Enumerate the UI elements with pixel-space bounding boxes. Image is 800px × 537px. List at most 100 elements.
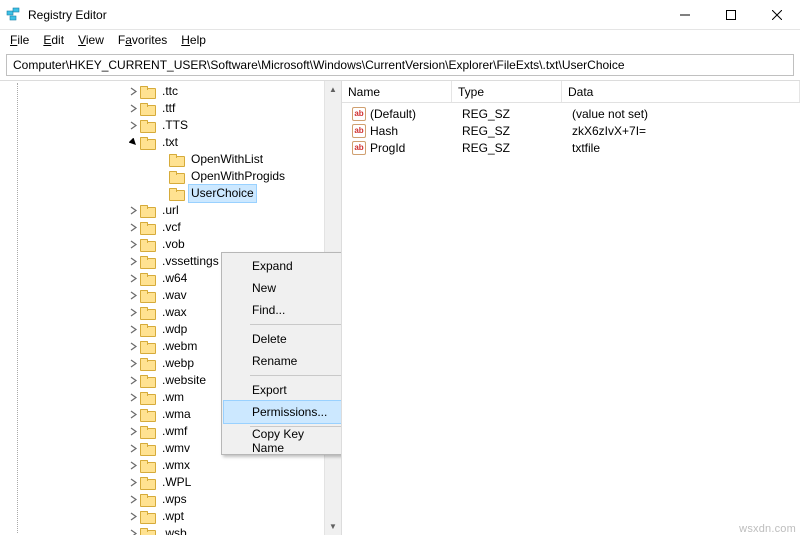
expand-icon[interactable] (126, 323, 140, 337)
close-button[interactable] (754, 0, 800, 30)
expand-icon[interactable] (126, 357, 140, 371)
tree-item[interactable]: .wps (0, 491, 341, 508)
tree-item[interactable]: .ttc (0, 83, 341, 100)
expand-icon[interactable] (126, 255, 140, 269)
expand-icon[interactable] (126, 85, 140, 99)
ctx-rename[interactable]: Rename (224, 350, 342, 372)
expand-icon[interactable] (126, 425, 140, 439)
ctx-new[interactable]: New (224, 277, 342, 299)
string-value-icon (352, 141, 366, 155)
tree-item[interactable]: .wsb (0, 525, 341, 535)
tree-item[interactable]: .vcf (0, 219, 341, 236)
tree-item[interactable]: OpenWithList (0, 151, 341, 168)
string-value-icon (352, 107, 366, 121)
folder-icon (169, 153, 185, 167)
folder-icon (140, 391, 156, 405)
value-row[interactable]: (Default)REG_SZ(value not set) (342, 105, 800, 122)
value-data: (value not set) (566, 107, 800, 121)
tree-item-label: .wmx (160, 457, 192, 474)
menu-view[interactable]: View (72, 32, 110, 48)
context-menu: Expand New Find... Delete Rename Export … (221, 252, 342, 455)
expand-icon[interactable] (126, 238, 140, 252)
tree-item[interactable]: .wpt (0, 508, 341, 525)
expand-icon[interactable] (126, 442, 140, 456)
tree-item-label: .wm (160, 389, 186, 406)
tree-item-label: .url (160, 202, 181, 219)
expand-icon[interactable] (126, 476, 140, 490)
menu-help[interactable]: Help (175, 32, 212, 48)
string-value-icon (352, 124, 366, 138)
expand-icon[interactable] (126, 459, 140, 473)
ctx-copy-key-name[interactable]: Copy Key Name (224, 430, 342, 452)
expand-icon[interactable] (126, 493, 140, 507)
value-type: REG_SZ (456, 107, 566, 121)
ctx-delete[interactable]: Delete (224, 328, 342, 350)
values-pane: Name Type Data (Default)REG_SZ(value not… (342, 81, 800, 535)
menu-file[interactable]: File (4, 32, 35, 48)
titlebar: Registry Editor (0, 0, 800, 30)
folder-icon (140, 340, 156, 354)
minimize-button[interactable] (662, 0, 708, 30)
tree-item[interactable]: .ttf (0, 100, 341, 117)
tree-item-label: .w64 (160, 270, 189, 287)
expand-icon[interactable] (126, 391, 140, 405)
tree-item[interactable]: UserChoice (0, 185, 341, 202)
col-name[interactable]: Name (342, 81, 452, 102)
expand-icon[interactable] (126, 527, 140, 536)
menu-edit[interactable]: Edit (37, 32, 70, 48)
collapse-icon[interactable] (126, 136, 140, 150)
tree-item-label: .wav (160, 287, 189, 304)
tree-item-label: UserChoice (189, 185, 256, 202)
expand-icon[interactable] (126, 204, 140, 218)
col-data[interactable]: Data (562, 81, 800, 102)
tree-item-label: .wmf (160, 423, 189, 440)
ctx-find[interactable]: Find... (224, 299, 342, 321)
tree-item-label: .ttc (160, 83, 180, 100)
tree-item-label: .vssettings (160, 253, 221, 270)
folder-icon (140, 527, 156, 536)
tree-item[interactable]: .TTS (0, 117, 341, 134)
value-type: REG_SZ (456, 141, 566, 155)
value-row[interactable]: ProgIdREG_SZtxtfile (342, 139, 800, 156)
folder-icon (140, 85, 156, 99)
expand-icon[interactable] (126, 374, 140, 388)
value-name: ProgId (370, 141, 405, 155)
folder-icon (140, 493, 156, 507)
folder-icon (169, 170, 185, 184)
expand-icon[interactable] (126, 408, 140, 422)
tree-item[interactable]: .vob (0, 236, 341, 253)
expand-icon[interactable] (126, 272, 140, 286)
expand-icon[interactable] (126, 289, 140, 303)
folder-icon (140, 476, 156, 490)
expand-icon[interactable] (126, 119, 140, 133)
scroll-up-icon[interactable]: ▲ (325, 81, 341, 98)
expand-icon[interactable] (126, 510, 140, 524)
scroll-down-icon[interactable]: ▼ (325, 518, 341, 535)
menubar: File Edit View Favorites Help (0, 30, 800, 50)
folder-icon (140, 425, 156, 439)
col-type[interactable]: Type (452, 81, 562, 102)
expand-icon[interactable] (126, 306, 140, 320)
ctx-permissions[interactable]: Permissions... (224, 401, 342, 423)
expand-icon[interactable] (126, 340, 140, 354)
tree-item[interactable]: .wmx (0, 457, 341, 474)
workarea: .ttc.ttf.TTS.txtOpenWithListOpenWithProg… (0, 80, 800, 535)
tree-item[interactable]: .url (0, 202, 341, 219)
tree-item[interactable]: .WPL (0, 474, 341, 491)
expand-icon[interactable] (126, 221, 140, 235)
folder-icon (140, 510, 156, 524)
values-list[interactable]: (Default)REG_SZ(value not set)HashREG_SZ… (342, 103, 800, 156)
maximize-button[interactable] (708, 0, 754, 30)
address-bar[interactable]: Computer\HKEY_CURRENT_USER\Software\Micr… (6, 54, 794, 76)
tree-item-label: .TTS (160, 117, 190, 134)
folder-icon (140, 119, 156, 133)
tree-item[interactable]: OpenWithProgids (0, 168, 341, 185)
value-row[interactable]: HashREG_SZzkX6zIvX+7I= (342, 122, 800, 139)
value-name: Hash (370, 124, 398, 138)
tree-item[interactable]: .txt (0, 134, 341, 151)
expand-icon[interactable] (126, 102, 140, 116)
folder-icon (140, 255, 156, 269)
ctx-export[interactable]: Export (224, 379, 342, 401)
menu-favorites[interactable]: Favorites (112, 32, 173, 48)
ctx-expand[interactable]: Expand (224, 255, 342, 277)
